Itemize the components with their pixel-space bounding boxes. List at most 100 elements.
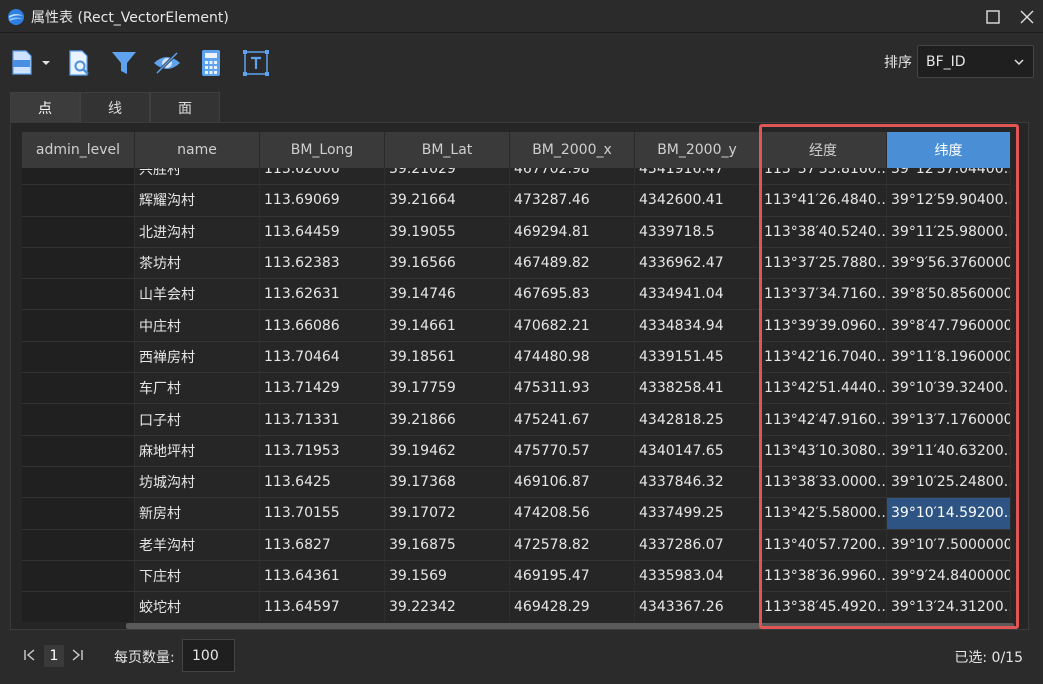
cell-col-latitude-dms[interactable]: 39°8′50.8560000″ xyxy=(887,279,1011,310)
cell-col-bm-lat[interactable]: 39.16875 xyxy=(385,529,510,560)
cell-col-admin-level[interactable] xyxy=(22,592,135,622)
cell-col-bm-2000-y[interactable]: 4334941.04 xyxy=(635,279,760,310)
cell-col-bm-long[interactable]: 113.66086 xyxy=(260,310,385,341)
last-page-icon[interactable] xyxy=(69,647,85,663)
cell-col-bm-long[interactable]: 113.64597 xyxy=(260,592,385,622)
cell-col-admin-level[interactable] xyxy=(22,435,135,466)
cell-col-admin-level[interactable] xyxy=(22,185,135,216)
tab-line[interactable]: 线 xyxy=(80,92,150,123)
cell-col-name[interactable]: 新房村 xyxy=(135,498,260,529)
header-col-latitude-dms[interactable]: 纬度 xyxy=(887,132,1011,168)
cell-col-bm-2000-y[interactable]: 4342818.25 xyxy=(635,404,760,435)
cell-col-bm-lat[interactable]: 39.21029 xyxy=(385,168,510,185)
query-button[interactable] xyxy=(64,48,94,78)
cell-col-bm-2000-y[interactable]: 4342600.41 xyxy=(635,185,760,216)
cell-col-bm-lat[interactable]: 39.22342 xyxy=(385,592,510,622)
cell-col-bm-2000-x[interactable]: 474480.98 xyxy=(510,341,635,373)
cell-col-latitude-dms[interactable]: 39°10′39.32400… xyxy=(887,373,1011,404)
cell-col-bm-long[interactable]: 113.71953 xyxy=(260,435,385,466)
cell-col-bm-2000-x[interactable]: 469195.47 xyxy=(510,560,635,592)
cell-col-admin-level[interactable] xyxy=(22,279,135,310)
cell-col-longitude-dms[interactable]: 113°37′33.8160… xyxy=(760,168,887,185)
tab-polygon[interactable]: 面 xyxy=(150,92,220,123)
cell-col-longitude-dms[interactable]: 113°38′36.9960… xyxy=(760,560,887,592)
current-page[interactable]: 1 xyxy=(44,645,64,667)
tab-point[interactable]: 点 xyxy=(10,92,80,123)
cell-col-bm-2000-y[interactable]: 4343367.26 xyxy=(635,592,760,622)
cell-col-bm-2000-y[interactable]: 4336962.47 xyxy=(635,247,760,279)
cell-col-latitude-dms[interactable]: 39°12′37.04400… xyxy=(887,168,1011,185)
cell-col-latitude-dms[interactable]: 39°13′24.31200… xyxy=(887,592,1011,622)
cell-col-bm-2000-y[interactable]: 4341916.47 xyxy=(635,168,760,185)
cell-col-name[interactable]: 北进沟村 xyxy=(135,216,260,247)
cell-col-admin-level[interactable] xyxy=(22,560,135,592)
cell-col-bm-2000-y[interactable]: 4334834.94 xyxy=(635,310,760,341)
cell-col-bm-2000-y[interactable]: 4337286.07 xyxy=(635,529,760,560)
cell-col-name[interactable]: 兴胜村 xyxy=(135,168,260,185)
cell-col-bm-lat[interactable]: 39.14661 xyxy=(385,310,510,341)
cell-col-latitude-dms[interactable]: 39°11′25.98000… xyxy=(887,216,1011,247)
cell-col-bm-2000-y[interactable]: 4339151.45 xyxy=(635,341,760,373)
cell-col-bm-lat[interactable]: 39.16566 xyxy=(385,247,510,279)
cell-col-longitude-dms[interactable]: 113°39′39.0960… xyxy=(760,310,887,341)
table-row[interactable]: 辉耀沟村 113.69069 39.21664 473287.46 4342600.41… xyxy=(22,185,1011,217)
cell-col-longitude-dms[interactable]: 113°40′57.7200… xyxy=(760,529,887,560)
close-button[interactable] xyxy=(1010,0,1043,33)
cell-col-admin-level[interactable] xyxy=(22,466,135,498)
cell-col-bm-lat[interactable]: 39.19462 xyxy=(385,435,510,466)
header-col-name[interactable]: name xyxy=(135,132,260,168)
cell-col-bm-long[interactable]: 113.62606 xyxy=(260,168,385,185)
cell-col-latitude-dms[interactable]: 39°9′56.3760000″ xyxy=(887,247,1011,279)
header-col-bm-lat[interactable]: BM_Lat xyxy=(385,132,510,168)
cell-col-bm-long[interactable]: 113.6425 xyxy=(260,466,385,498)
cell-col-bm-lat[interactable]: 39.17072 xyxy=(385,498,510,529)
horizontal-scrollbar[interactable] xyxy=(126,623,1014,629)
cell-col-bm-2000-x[interactable]: 467695.83 xyxy=(510,279,635,310)
header-col-bm-2000-x[interactable]: BM_2000_x xyxy=(510,132,635,168)
text-field-button[interactable] xyxy=(241,48,271,78)
cell-col-name[interactable]: 老羊沟村 xyxy=(135,529,260,560)
table-row[interactable]: 下庄村 113.64361 39.1569 469195.47 4335983.04 11… xyxy=(22,560,1011,593)
cell-col-admin-level[interactable] xyxy=(22,498,135,529)
table-row[interactable]: 中庄村 113.66086 39.14661 470682.21 4334834.94 1… xyxy=(22,310,1011,342)
cell-col-admin-level[interactable] xyxy=(22,168,135,185)
table-row[interactable]: 老羊沟村 113.6827 39.16875 472578.82 4337286.07 1… xyxy=(22,529,1011,561)
table-row[interactable]: 车厂村 113.71429 39.17759 475311.93 4338258.41 1… xyxy=(22,373,1011,405)
cell-col-bm-2000-x[interactable]: 469294.81 xyxy=(510,216,635,247)
cell-col-bm-2000-x[interactable]: 467702.98 xyxy=(510,168,635,185)
cell-col-admin-level[interactable] xyxy=(22,341,135,373)
cell-col-longitude-dms[interactable]: 113°38′33.0000… xyxy=(760,466,887,498)
cell-col-bm-2000-x[interactable]: 467489.82 xyxy=(510,247,635,279)
export-csv-button[interactable] xyxy=(10,48,54,78)
header-col-bm-2000-y[interactable]: BM_2000_y xyxy=(635,132,760,168)
cell-col-bm-lat[interactable]: 39.1569 xyxy=(385,560,510,592)
cell-col-bm-2000-x[interactable]: 470682.21 xyxy=(510,310,635,341)
cell-col-bm-lat[interactable]: 39.21866 xyxy=(385,404,510,435)
cell-col-admin-level[interactable] xyxy=(22,216,135,247)
cell-col-bm-long[interactable]: 113.64459 xyxy=(260,216,385,247)
table-row[interactable]: 坊城沟村 113.6425 39.17368 469106.87 4337846.32 1… xyxy=(22,466,1011,499)
cell-col-name[interactable]: 辉耀沟村 xyxy=(135,185,260,216)
cell-col-bm-2000-y[interactable]: 4338258.41 xyxy=(635,373,760,404)
cell-col-bm-2000-x[interactable]: 469106.87 xyxy=(510,466,635,498)
table-row[interactable]: 麻地坪村 113.71953 39.19462 475770.57 4340147.65… xyxy=(22,435,1011,467)
table-row[interactable]: 蛟坨村 113.64597 39.22342 469428.29 4343367.26 1… xyxy=(22,592,1011,622)
cell-col-bm-lat[interactable]: 39.17759 xyxy=(385,373,510,404)
cell-col-longitude-dms[interactable]: 113°42′47.9160… xyxy=(760,404,887,435)
cell-col-latitude-dms[interactable]: 39°11′8.1960000″ xyxy=(887,341,1011,373)
cell-col-bm-2000-y[interactable]: 4339718.5 xyxy=(635,216,760,247)
cell-col-bm-long[interactable]: 113.69069 xyxy=(260,185,385,216)
maximize-button[interactable] xyxy=(976,0,1010,33)
filter-button[interactable] xyxy=(109,48,139,78)
header-col-longitude-dms[interactable]: 经度 xyxy=(760,132,887,168)
cell-col-bm-2000-y[interactable]: 4337499.25 xyxy=(635,498,760,529)
cell-col-bm-2000-x[interactable]: 472578.82 xyxy=(510,529,635,560)
cell-col-bm-long[interactable]: 113.6827 xyxy=(260,529,385,560)
cell-col-latitude-dms[interactable]: 39°12′59.90400… xyxy=(887,185,1011,216)
cell-col-admin-level[interactable] xyxy=(22,529,135,560)
cell-col-latitude-dms[interactable]: 39°10′7.5000000″ xyxy=(887,529,1011,560)
header-col-admin-level[interactable]: admin_level xyxy=(22,132,135,168)
first-page-icon[interactable] xyxy=(22,647,38,663)
cell-col-name[interactable]: 车厂村 xyxy=(135,373,260,404)
cell-col-bm-2000-y[interactable]: 4335983.04 xyxy=(635,560,760,592)
